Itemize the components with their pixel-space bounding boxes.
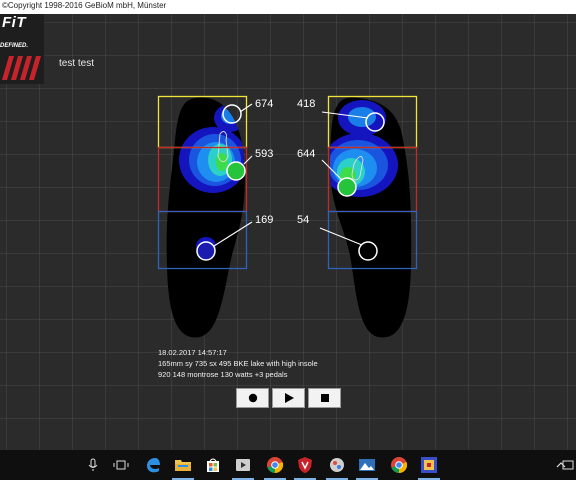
media-icon[interactable] (228, 450, 258, 480)
record-icon (248, 393, 257, 403)
notification-icon[interactable] (560, 450, 576, 480)
right-forefoot-value: 418 (297, 98, 315, 110)
shield-app-icon[interactable] (290, 450, 320, 480)
app-icon[interactable] (414, 450, 444, 480)
left-foot (166, 97, 245, 338)
right-foot (329, 97, 412, 338)
right-rearfoot-value: 54 (297, 214, 309, 226)
task-view-icon[interactable] (106, 450, 136, 480)
play-button[interactable] (272, 388, 305, 408)
left-rearfoot-value: 169 (255, 214, 273, 226)
photos-icon[interactable] (352, 450, 382, 480)
session-info: 18.02.2017 14:57:17 165mm sy 735 sx 495 … (158, 347, 318, 380)
edge-icon[interactable] (138, 450, 168, 480)
stop-button[interactable] (308, 388, 341, 408)
microphone-icon[interactable] (78, 450, 108, 480)
left-midfoot-marker (226, 161, 246, 181)
play-icon (284, 393, 294, 403)
session-setup-line: 165mm sy 735 sx 495 BKE lake with high i… (158, 359, 318, 368)
chrome-icon[interactable] (260, 450, 290, 480)
record-button[interactable] (236, 388, 269, 408)
left-rearfoot-marker (196, 241, 216, 261)
file-explorer-icon[interactable] (168, 450, 198, 480)
store-icon[interactable] (198, 450, 228, 480)
taskbar (0, 450, 576, 480)
session-bike-line: 920 148 montrose 130 watts +3 pedals (158, 370, 288, 379)
chrome-icon[interactable] (384, 450, 414, 480)
right-midfoot-value: 644 (297, 148, 315, 160)
session-timestamp: 18.02.2017 14:57:17 (158, 348, 227, 357)
settings-app-icon[interactable] (322, 450, 352, 480)
right-midfoot-marker (337, 177, 357, 197)
right-rearfoot-marker (358, 241, 378, 261)
left-forefoot-value: 674 (255, 98, 273, 110)
left-midfoot-value: 593 (255, 148, 273, 160)
pressure-map: 674 593 169 418 644 54 (157, 95, 418, 338)
stop-icon (320, 394, 329, 402)
